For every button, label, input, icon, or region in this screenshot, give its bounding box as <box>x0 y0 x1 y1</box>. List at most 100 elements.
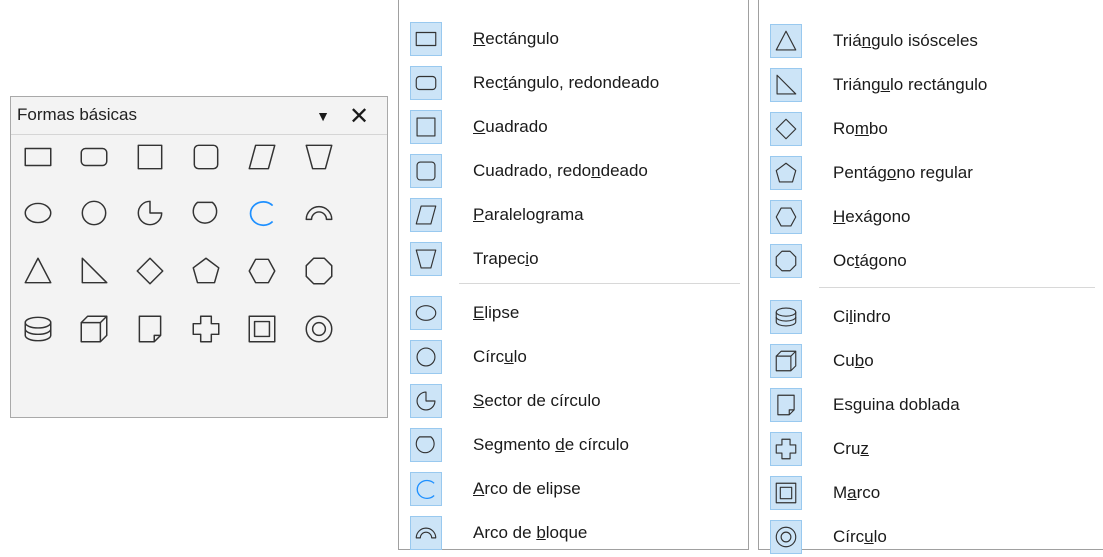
mnemonic-letter: u <box>504 347 514 366</box>
menu-item[interactable]: Triángulo rectángulo <box>759 65 1103 105</box>
cube-icon <box>775 350 797 372</box>
hexagon-icon <box>248 258 276 284</box>
toolbar-shape-button[interactable] <box>130 251 170 291</box>
mnemonic-letter: E <box>473 303 485 322</box>
label-part: ector de círculo <box>484 391 601 410</box>
toolbar-shape-button[interactable] <box>186 251 226 291</box>
mnemonic-letter: u <box>880 75 891 94</box>
menu-item[interactable]: Triángulo isósceles <box>759 21 1103 61</box>
toolbar-shape-button[interactable] <box>299 137 339 177</box>
menu-item[interactable]: Pentágono regular <box>759 153 1103 193</box>
menu-item-label: Trapecio <box>473 249 539 269</box>
menu-item[interactable]: Esguina doblada <box>759 385 1103 425</box>
label-part: deado <box>600 161 648 180</box>
label-part: Segmento <box>473 435 556 454</box>
menu-item[interactable]: Octágono <box>759 241 1103 281</box>
mnemonic-letter: g <box>852 395 863 414</box>
menu-item-label: Rectángulo <box>473 29 559 49</box>
menu-item[interactable]: Cruz <box>759 429 1103 469</box>
menu-item-icon-box <box>410 66 442 100</box>
toolbar-shape-button[interactable] <box>242 193 282 233</box>
label-part: Cuadrado, redo <box>473 161 592 180</box>
menu-item[interactable]: Rectángulo <box>399 19 748 59</box>
menu-item[interactable]: Cuadrado <box>399 107 748 147</box>
label-part: o <box>864 351 874 370</box>
menu-item[interactable]: Rectángulo, redondeado <box>399 63 748 103</box>
toolbar-shape-button[interactable] <box>299 309 339 349</box>
toolbar-shape-button[interactable] <box>299 251 339 291</box>
toolbar-shape-button[interactable] <box>186 309 226 349</box>
label-part: Cru <box>833 439 861 458</box>
menu-item[interactable]: Hexágono <box>759 197 1103 237</box>
menu-item[interactable]: Arco de elipse <box>399 469 748 509</box>
cylinder-icon <box>775 307 797 327</box>
close-icon[interactable]: ✕ <box>347 103 371 130</box>
menu-item-icon-box <box>770 388 802 422</box>
ellipse-arc-icon <box>416 479 435 499</box>
menu-item-icon-box <box>410 472 442 506</box>
toolbar-shape-button[interactable] <box>242 251 282 291</box>
toolbar-shape-button[interactable] <box>130 193 170 233</box>
toolbar-shape-button[interactable] <box>18 193 58 233</box>
toolbar-shape-button[interactable] <box>186 137 226 177</box>
menu-item-icon-box <box>410 110 442 144</box>
label-part: aralelograma <box>484 205 584 224</box>
pentagon-icon <box>775 162 797 183</box>
label-part: uadrado <box>485 117 548 136</box>
menu-item-label: Cuadrado <box>473 117 548 137</box>
label-part: Pentág <box>833 163 887 182</box>
label-part: rco de elipse <box>484 479 581 498</box>
mnemonic-letter: b <box>854 351 865 370</box>
dropdown-arrow-icon[interactable]: ▼ <box>313 106 333 126</box>
toolbar-shape-button[interactable] <box>130 309 170 349</box>
menu-item[interactable]: Círculo <box>759 517 1103 557</box>
frame-icon <box>775 482 797 504</box>
menu-item[interactable]: Elipse <box>399 293 748 333</box>
label-part: lipse <box>484 303 520 322</box>
toolbar-shape-button[interactable] <box>74 251 114 291</box>
label-part: no regular <box>896 163 973 182</box>
mnemonic-letter: u <box>864 527 874 546</box>
toolbar-shape-button[interactable] <box>74 137 114 177</box>
menu-separator <box>819 287 1095 288</box>
menu-item-label: Rombo <box>833 119 888 139</box>
menu-item-icon-box <box>410 198 442 232</box>
menu-item[interactable]: Cilindro <box>759 297 1103 337</box>
menu-item-icon-box <box>410 384 442 418</box>
toolbar-shape-button[interactable] <box>186 193 226 233</box>
menu-item[interactable]: Marco <box>759 473 1103 513</box>
label-part: Arco de <box>473 523 537 542</box>
menu-item-label: Cruz <box>833 439 869 459</box>
menu-item[interactable]: Sector de círculo <box>399 381 748 421</box>
toolbar-title: Formas básicas <box>17 105 137 124</box>
menu-item[interactable]: Rombo <box>759 109 1103 149</box>
mnemonic-letter: C <box>473 117 486 136</box>
toolbar-shape-button[interactable] <box>18 137 58 177</box>
menu-item[interactable]: Círculo <box>399 337 748 377</box>
toolbar-shape-button[interactable] <box>18 309 58 349</box>
menu-item-label: Sector de círculo <box>473 391 601 411</box>
menu-item[interactable]: Arco de bloque <box>399 513 748 553</box>
square-icon <box>416 117 436 137</box>
menu-item[interactable]: Cuadrado, redondeado <box>399 151 748 191</box>
toolbar-shape-button[interactable] <box>74 193 114 233</box>
menu-item[interactable]: Segmento de círculo <box>399 425 748 465</box>
mnemonic-letter: S <box>473 391 485 410</box>
toolbar-shape-button[interactable] <box>242 137 282 177</box>
menu-item[interactable]: Cubo <box>759 341 1103 381</box>
menu-item-icon-box <box>770 112 802 146</box>
menu-item[interactable]: Trapecio <box>399 239 748 279</box>
menu-item[interactable]: Paralelograma <box>399 195 748 235</box>
toolbar-shape-button[interactable] <box>18 251 58 291</box>
toolbar-shape-button[interactable] <box>299 193 339 233</box>
rectangle-icon <box>415 31 437 47</box>
menu-item-label: Triángulo rectángulo <box>833 75 987 95</box>
label-part: Trapec <box>473 249 526 268</box>
toolbar-shape-button[interactable] <box>242 309 282 349</box>
label-part: Ro <box>833 119 855 138</box>
hexagon-icon <box>775 207 797 227</box>
toolbar-shape-button[interactable] <box>74 309 114 349</box>
mnemonic-letter: n <box>861 31 872 50</box>
toolbar-shape-button[interactable] <box>130 137 170 177</box>
rounded-square-icon <box>416 161 436 181</box>
